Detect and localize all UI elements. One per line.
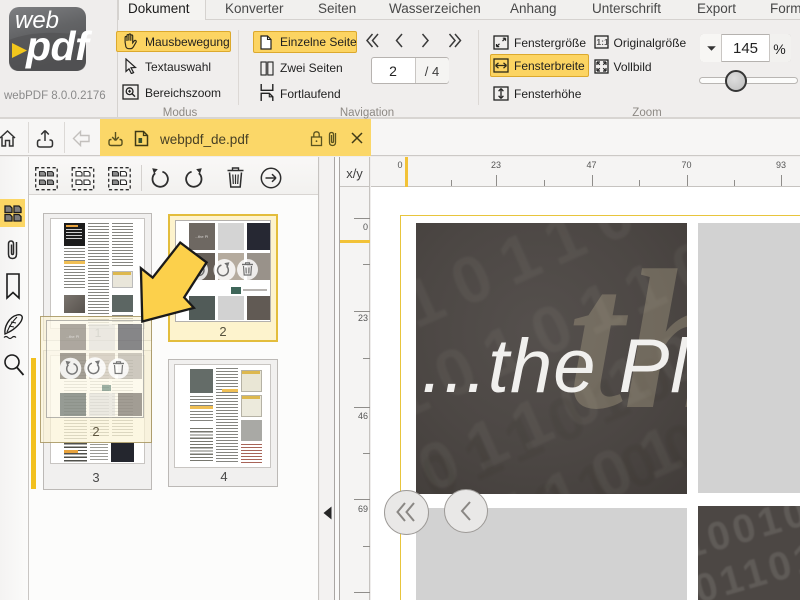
svg-text:1:1: 1:1	[596, 37, 609, 47]
svg-text:pdf: pdf	[25, 23, 93, 69]
